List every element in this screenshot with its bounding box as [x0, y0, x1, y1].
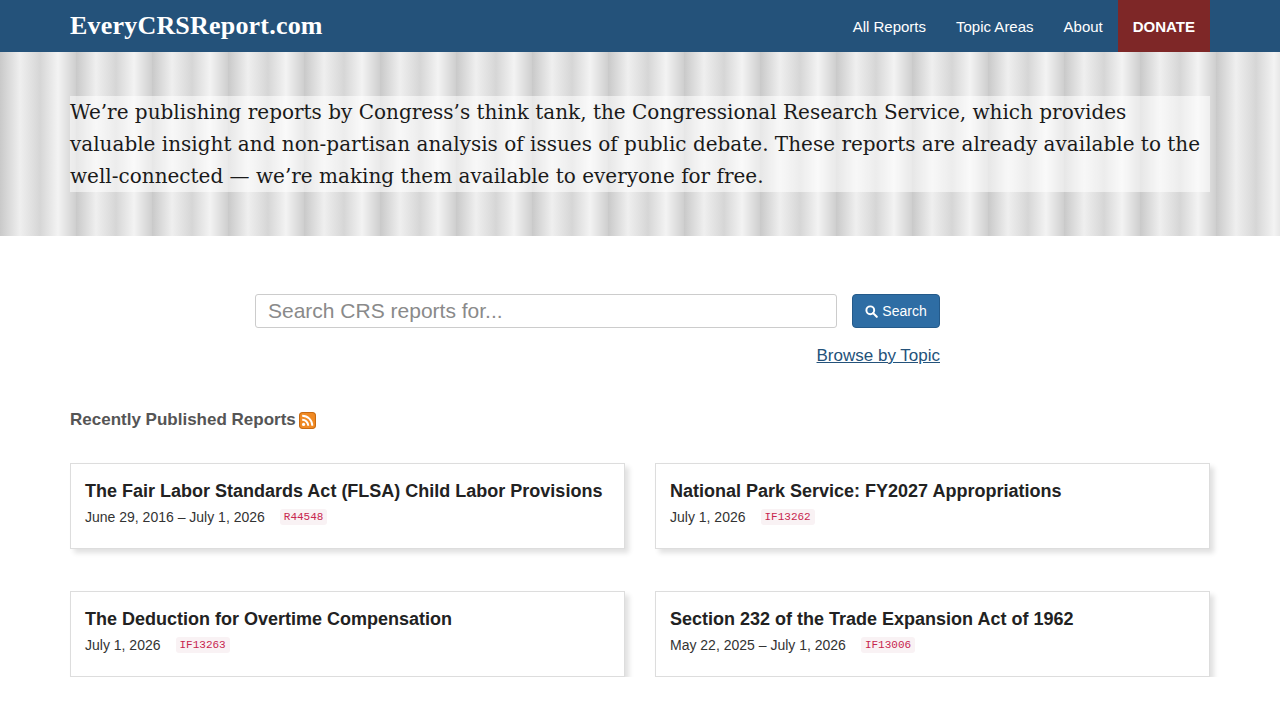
- nav-link[interactable]: Topic Areas: [941, 0, 1049, 52]
- report-date: June 29, 2016 – July 1, 2026: [85, 509, 265, 525]
- top-bar: EveryCRSReport.com All ReportsTopic Areas…: [0, 0, 1280, 52]
- report-card[interactable]: Section 232 of the Trade Expansion Act o…: [655, 591, 1210, 677]
- search-block: Search Browse by Topic: [255, 294, 940, 366]
- search-input[interactable]: [255, 294, 837, 328]
- report-date: May 22, 2025 – July 1, 2026: [670, 637, 846, 653]
- report-date: July 1, 2026: [670, 509, 746, 525]
- donate-button[interactable]: DONATE: [1118, 0, 1210, 52]
- main-nav: All ReportsTopic AreasAboutDONATE: [838, 0, 1210, 52]
- rss-icon[interactable]: [299, 412, 316, 429]
- browse-by-topic-link[interactable]: Browse by Topic: [817, 346, 940, 366]
- report-card[interactable]: The Deduction for Overtime Compensation J…: [70, 591, 625, 677]
- hero-text: We’re publishing reports by Congress’s t…: [70, 96, 1210, 192]
- report-title[interactable]: The Deduction for Overtime Compensation: [85, 607, 610, 631]
- report-id: IF13006: [861, 637, 915, 653]
- site-logo[interactable]: EveryCRSReport.com: [70, 11, 323, 41]
- report-date: July 1, 2026: [85, 637, 161, 653]
- report-id: IF13263: [176, 637, 230, 653]
- nav-link[interactable]: All Reports: [838, 0, 941, 52]
- hero-banner: We’re publishing reports by Congress’s t…: [0, 52, 1280, 236]
- search-button[interactable]: Search: [852, 294, 940, 328]
- report-list: The Fair Labor Standards Act (FLSA) Chil…: [70, 463, 1210, 677]
- report-title[interactable]: Section 232 of the Trade Expansion Act o…: [670, 607, 1195, 631]
- report-id: R44548: [280, 509, 328, 525]
- report-card[interactable]: The Fair Labor Standards Act (FLSA) Chil…: [70, 463, 625, 549]
- report-id: IF13262: [761, 509, 815, 525]
- page: EveryCRSReport.com All ReportsTopic Areas…: [0, 0, 1280, 677]
- section-title: Recently Published Reports: [70, 410, 1210, 430]
- main-content: Search Browse by Topic Recently Published …: [70, 236, 1210, 677]
- nav-link[interactable]: About: [1049, 0, 1118, 52]
- report-title[interactable]: The Fair Labor Standards Act (FLSA) Chil…: [85, 479, 610, 503]
- report-card[interactable]: National Park Service: FY2027 Appropriat…: [655, 463, 1210, 549]
- report-title[interactable]: National Park Service: FY2027 Appropriat…: [670, 479, 1195, 503]
- magnifier-icon: [865, 305, 878, 318]
